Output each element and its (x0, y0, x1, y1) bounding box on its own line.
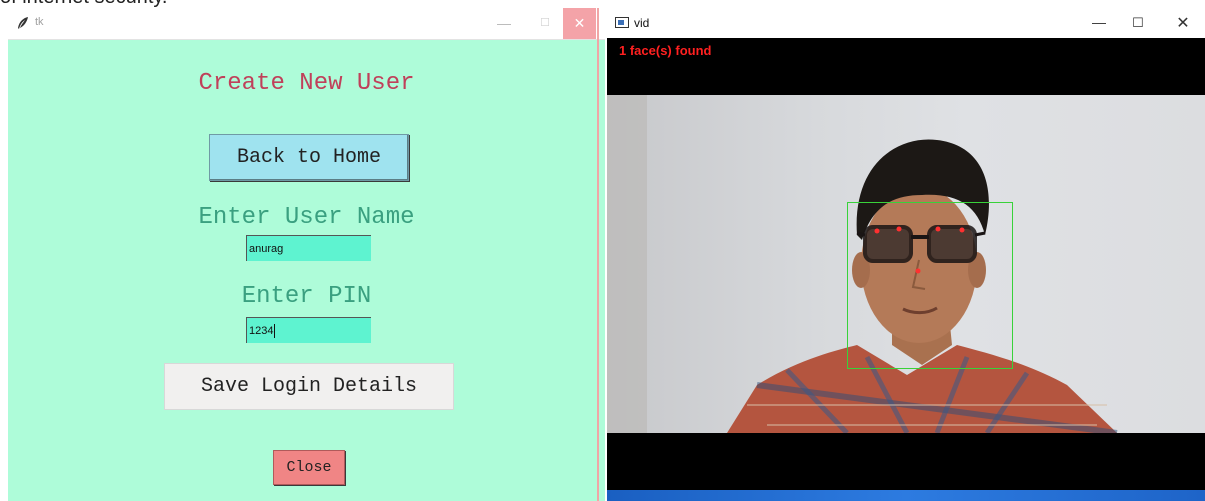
tk-window: tk — ☐ ✕ Create New User Back to Home En… (8, 8, 605, 501)
save-login-details-button[interactable]: Save Login Details (164, 363, 454, 410)
page-title: Create New User (198, 70, 415, 97)
back-to-home-button[interactable]: Back to Home (209, 134, 409, 181)
webcam-frame (607, 95, 1205, 433)
pin-label: Enter PIN (241, 283, 372, 310)
username-input[interactable]: anurag (246, 235, 371, 261)
face-detection-box (847, 202, 1013, 369)
background-document-strip: of internet security. (0, 0, 1205, 8)
text-caret (274, 323, 276, 338)
taskbar-strip (607, 490, 1205, 501)
close-button[interactable]: Close (273, 450, 345, 485)
close-icon[interactable]: ✕ (563, 8, 596, 39)
tk-titlebar[interactable]: tk — ☐ ✕ (8, 8, 605, 40)
pin-value: 1234 (249, 324, 274, 337)
minimize-icon[interactable]: — (1089, 14, 1109, 30)
window-title: tk (35, 16, 44, 28)
username-value: anurag (249, 242, 284, 255)
vid-titlebar[interactable]: vid — ☐ ✕ (607, 8, 1205, 38)
minimize-icon[interactable]: — (494, 14, 514, 32)
vid-window: vid — ☐ ✕ 1 face(s) found (607, 8, 1205, 501)
video-window-icon (615, 17, 629, 28)
background-document-text: of internet security. (0, 0, 167, 8)
close-icon[interactable]: ✕ (1173, 13, 1193, 33)
maximize-icon[interactable]: ☐ (535, 14, 555, 32)
window-divider (597, 8, 599, 501)
faces-found-overlay: 1 face(s) found (619, 43, 712, 58)
pin-input[interactable]: 1234 (246, 317, 371, 343)
feather-icon (18, 17, 28, 29)
window-title: vid (634, 16, 650, 30)
username-label: Enter User Name (198, 204, 415, 231)
maximize-icon[interactable]: ☐ (1128, 15, 1148, 31)
